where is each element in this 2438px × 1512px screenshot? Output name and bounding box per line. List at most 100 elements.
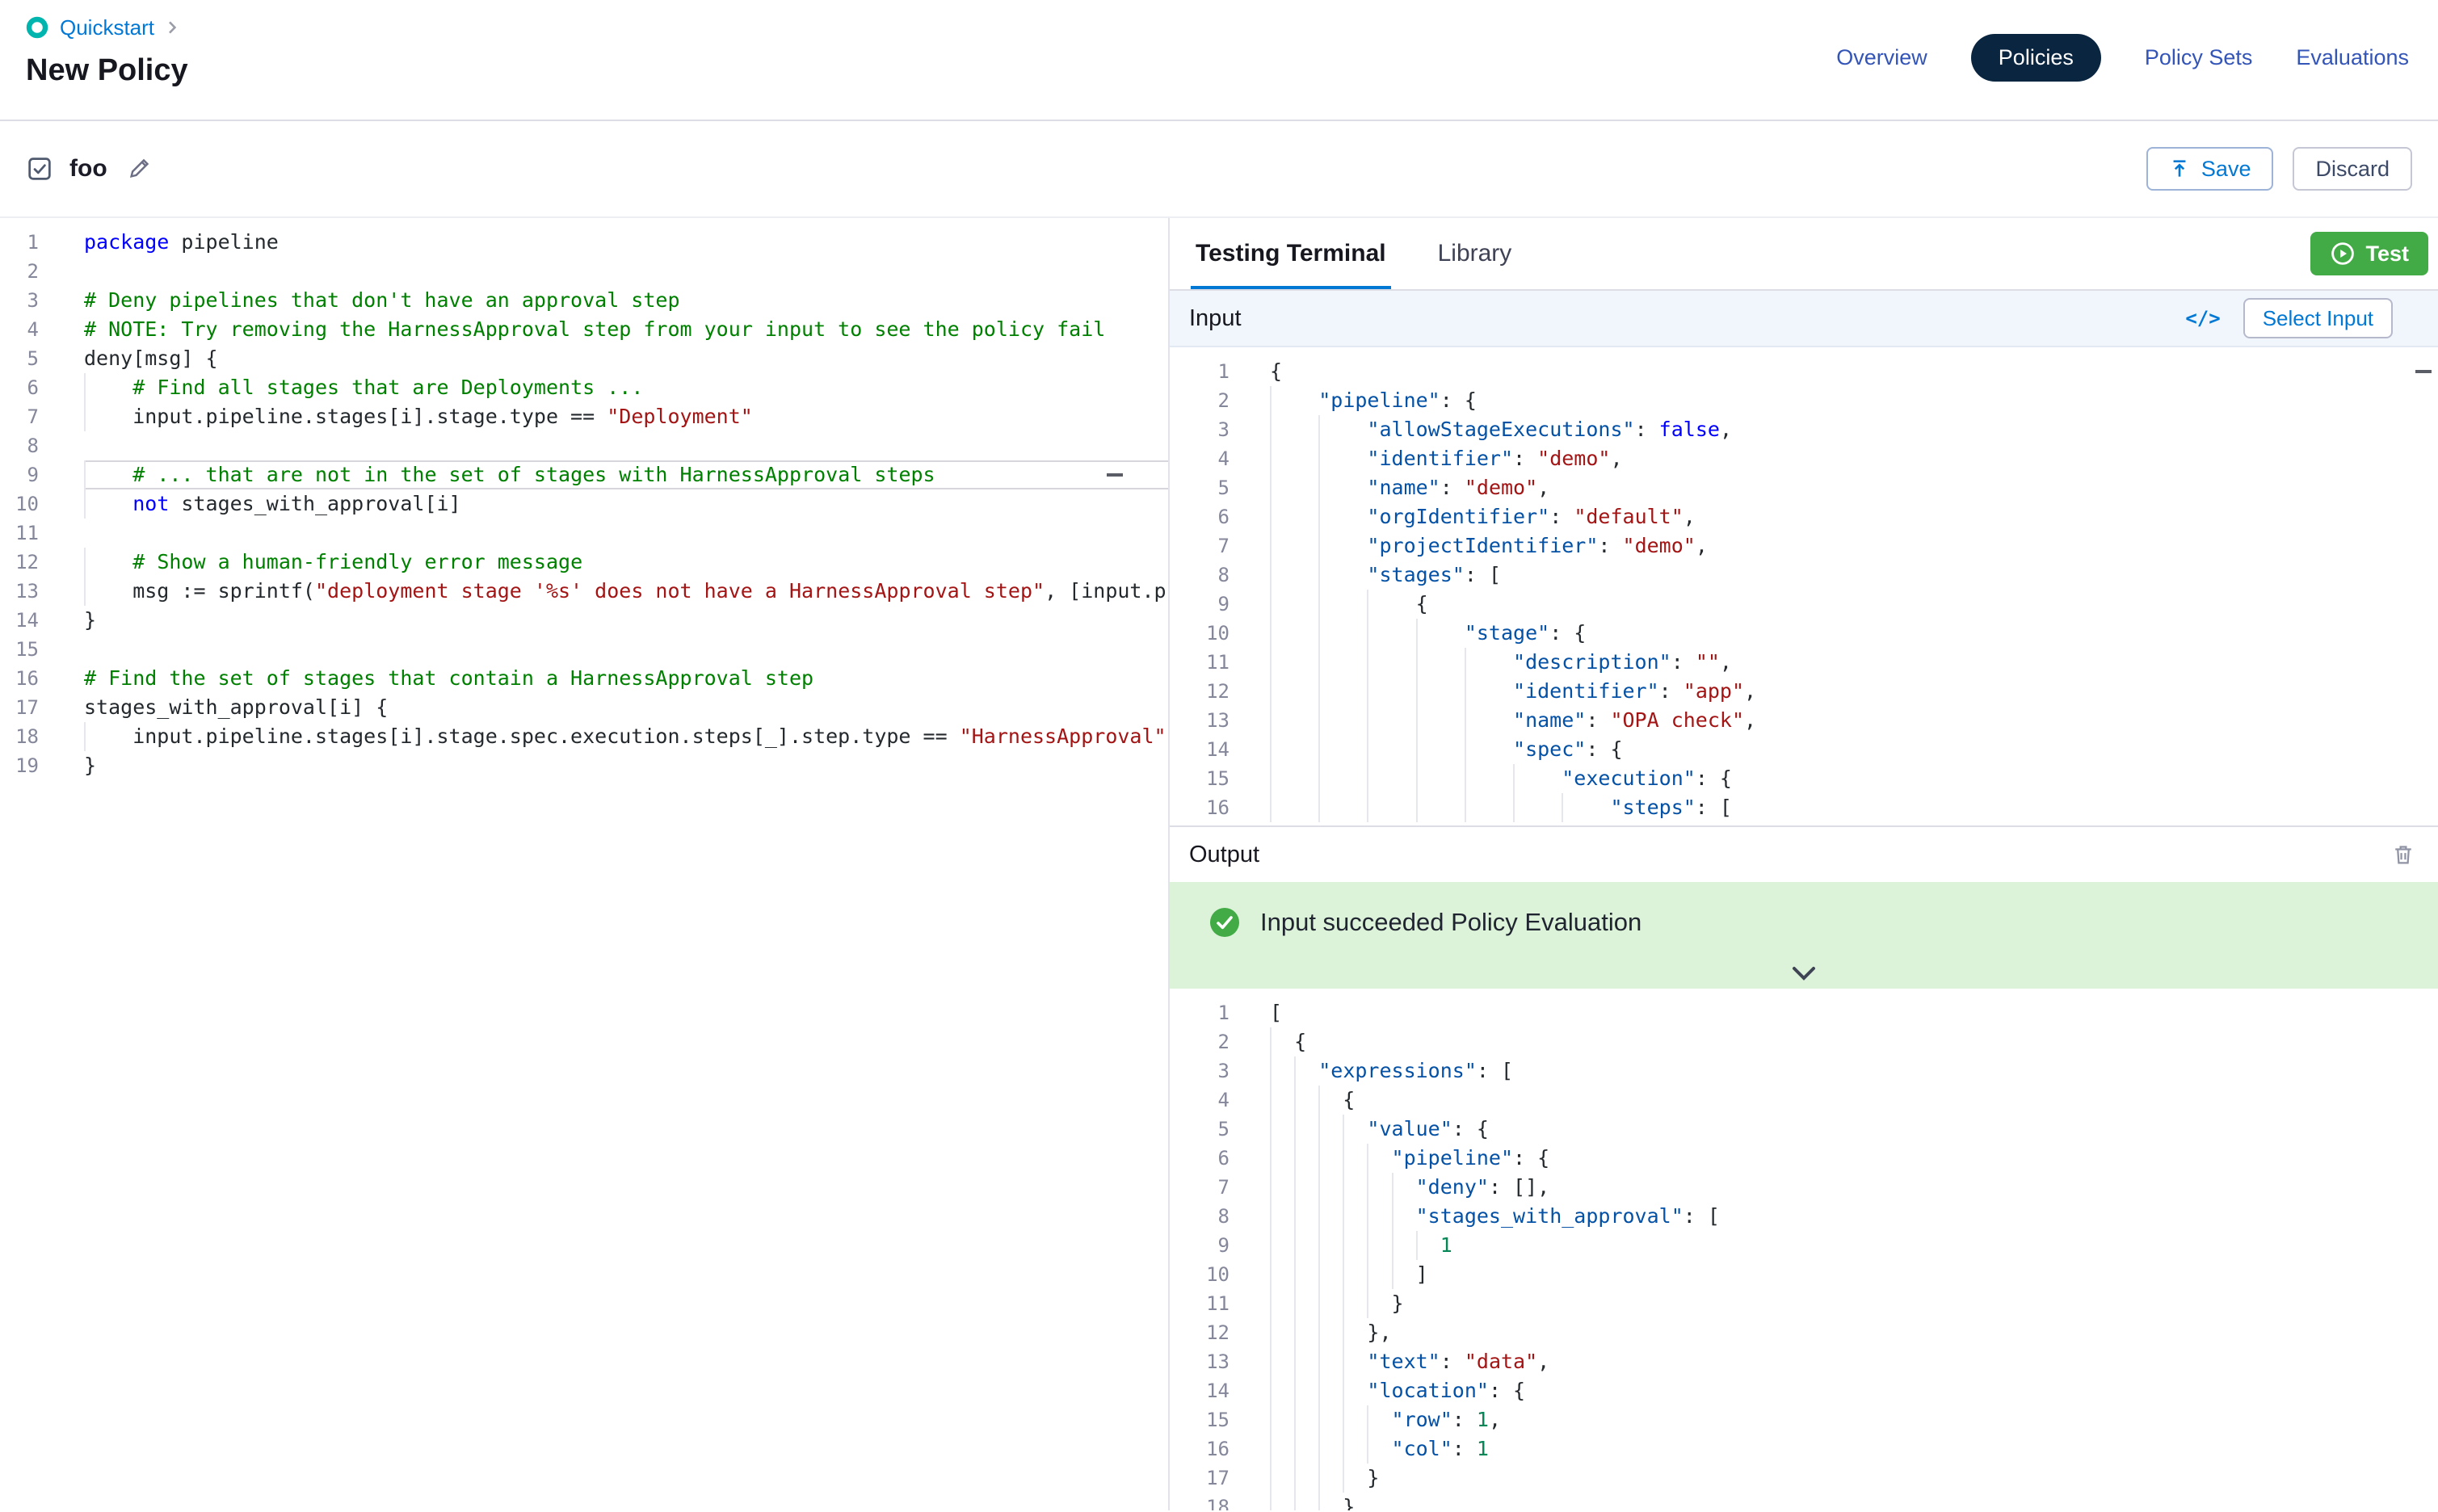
- code-line[interactable]: 19}: [0, 751, 1168, 780]
- input-json-editor[interactable]: 1{2 "pipeline": {3 "allowStageExecutions…: [1170, 347, 2438, 825]
- code-line[interactable]: 7 "projectIdentifier": "demo",: [1170, 531, 2438, 561]
- code-line[interactable]: 8: [0, 431, 1168, 460]
- code-line[interactable]: 9 1: [1170, 1231, 2438, 1260]
- code-line[interactable]: 12 },: [1170, 1318, 2438, 1347]
- code-line[interactable]: 15: [0, 635, 1168, 664]
- line-number: 3: [1170, 1056, 1230, 1086]
- code-line[interactable]: 3 "expressions": [: [1170, 1056, 2438, 1086]
- code-line[interactable]: 5 "name": "demo",: [1170, 473, 2438, 502]
- code-line[interactable]: 11 "description": "",: [1170, 648, 2438, 677]
- code-line[interactable]: 16 "col": 1: [1170, 1434, 2438, 1464]
- select-input-button[interactable]: Select Input: [2243, 298, 2393, 338]
- code-line[interactable]: 17 }: [1170, 1464, 2438, 1493]
- code-line-content: # Show a human-friendly error message: [84, 548, 1168, 577]
- code-line[interactable]: 7 input.pipeline.stages[i].stage.type ==…: [0, 402, 1168, 431]
- code-line-content: # Find all stages that are Deployments .…: [84, 373, 1168, 402]
- code-line[interactable]: 8 "stages_with_approval": [: [1170, 1202, 2438, 1231]
- code-line[interactable]: 16 "steps": [: [1170, 793, 2438, 822]
- code-line[interactable]: 2 "pipeline": {: [1170, 386, 2438, 415]
- policy-toolbar: foo Save Discard: [0, 121, 2438, 218]
- code-line[interactable]: 13 "text": "data",: [1170, 1347, 2438, 1376]
- tab-policies[interactable]: Policies: [1971, 34, 2101, 82]
- code-line[interactable]: 14 "location": {: [1170, 1376, 2438, 1405]
- line-number: 2: [0, 257, 39, 286]
- code-line-content: "name": "OPA check",: [1270, 706, 2438, 735]
- code-line[interactable]: 6 # Find all stages that are Deployments…: [0, 373, 1168, 402]
- line-number: 12: [1170, 677, 1230, 706]
- code-line[interactable]: 1[: [1170, 998, 2438, 1027]
- success-message: Input succeeded Policy Evaluation: [1260, 908, 1641, 937]
- code-line[interactable]: 10 ]: [1170, 1260, 2438, 1289]
- line-number: 14: [1170, 735, 1230, 764]
- code-line[interactable]: 4# NOTE: Try removing the HarnessApprova…: [0, 315, 1168, 344]
- policy-code-editor[interactable]: 1package pipeline23# Deny pipelines that…: [0, 218, 1168, 1510]
- code-view-icon[interactable]: </>: [2185, 307, 2220, 330]
- save-button-label: Save: [2201, 157, 2251, 182]
- code-line[interactable]: 11: [0, 519, 1168, 548]
- code-line[interactable]: 9 # ... that are not in the set of stage…: [0, 460, 1168, 489]
- code-line[interactable]: 2: [0, 257, 1168, 286]
- code-line-content: "col": 1: [1270, 1434, 2438, 1464]
- code-line-content: [84, 635, 1168, 664]
- code-line[interactable]: 12 # Show a human-friendly error message: [0, 548, 1168, 577]
- output-json-editor[interactable]: 1[2 {3 "expressions": [4 {5 "value": {6 …: [1170, 989, 2438, 1510]
- code-line[interactable]: 17stages_with_approval[i] {: [0, 693, 1168, 722]
- code-line[interactable]: 14}: [0, 606, 1168, 635]
- indent-guide: [1318, 1405, 1320, 1434]
- tab-overview[interactable]: Overview: [1836, 45, 1927, 70]
- test-button[interactable]: Test: [2310, 232, 2428, 275]
- code-line-content: "pipeline": {: [1270, 386, 2438, 415]
- code-line[interactable]: 2 {: [1170, 1027, 2438, 1056]
- save-button[interactable]: Save: [2146, 147, 2274, 191]
- indent-guide: [1318, 793, 1320, 822]
- discard-button[interactable]: Discard: [2293, 147, 2412, 191]
- edit-name-button[interactable]: [124, 153, 154, 184]
- code-line[interactable]: 1package pipeline: [0, 228, 1168, 257]
- code-line[interactable]: 4 {: [1170, 1086, 2438, 1115]
- code-line[interactable]: 10 "stage": {: [1170, 619, 2438, 648]
- code-line[interactable]: 9 {: [1170, 590, 2438, 619]
- tab-testing-terminal[interactable]: Testing Terminal: [1191, 218, 1391, 289]
- line-number: 5: [1170, 473, 1230, 502]
- tab-library[interactable]: Library: [1433, 218, 1517, 289]
- breadcrumb-quickstart-link[interactable]: Quickstart: [60, 15, 154, 40]
- code-line[interactable]: 5deny[msg] {: [0, 344, 1168, 373]
- code-line[interactable]: 15 "row": 1,: [1170, 1405, 2438, 1434]
- indent-guide: [1270, 1405, 1272, 1434]
- code-line[interactable]: 14 "spec": {: [1170, 735, 2438, 764]
- code-line[interactable]: 13 msg := sprintf("deployment stage '%s'…: [0, 577, 1168, 606]
- indent-guide: [1416, 648, 1418, 677]
- code-line[interactable]: 15 "execution": {: [1170, 764, 2438, 793]
- tab-evaluations[interactable]: Evaluations: [2296, 45, 2409, 70]
- code-line[interactable]: 12 "identifier": "app",: [1170, 677, 2438, 706]
- code-line[interactable]: 4 "identifier": "demo",: [1170, 444, 2438, 473]
- code-line[interactable]: 1{: [1170, 357, 2438, 386]
- code-line[interactable]: 3# Deny pipelines that don't have an app…: [0, 286, 1168, 315]
- code-line[interactable]: 18 }: [1170, 1493, 2438, 1510]
- code-line[interactable]: 11 }: [1170, 1289, 2438, 1318]
- tab-policy-sets[interactable]: Policy Sets: [2145, 45, 2253, 70]
- code-line[interactable]: 6 "pipeline": {: [1170, 1144, 2438, 1173]
- code-line-content: "deny": [],: [1270, 1173, 2438, 1202]
- code-line[interactable]: 18 input.pipeline.stages[i].stage.spec.e…: [0, 722, 1168, 751]
- indent-guide: [1318, 502, 1320, 531]
- clear-output-button[interactable]: [2388, 839, 2419, 870]
- code-line[interactable]: 13 "name": "OPA check",: [1170, 706, 2438, 735]
- indent-guide: [1318, 590, 1320, 619]
- code-line-content: 1: [1270, 1231, 2438, 1260]
- indent-guide: [1318, 677, 1320, 706]
- code-line[interactable]: 16# Find the set of stages that contain …: [0, 664, 1168, 693]
- code-line[interactable]: 5 "value": {: [1170, 1115, 2438, 1144]
- line-number: 5: [1170, 1115, 1230, 1144]
- line-number: 15: [1170, 764, 1230, 793]
- discard-button-label: Discard: [2315, 157, 2390, 182]
- line-number: 16: [0, 664, 39, 693]
- code-line[interactable]: 7 "deny": [],: [1170, 1173, 2438, 1202]
- code-line[interactable]: 8 "stages": [: [1170, 561, 2438, 590]
- code-line[interactable]: 10 not stages_with_approval[i]: [0, 489, 1168, 519]
- code-line[interactable]: 3 "allowStageExecutions": false,: [1170, 415, 2438, 444]
- expand-banner-button[interactable]: [1789, 964, 1818, 984]
- indent-guide: [1392, 1202, 1393, 1231]
- code-line[interactable]: 6 "orgIdentifier": "default",: [1170, 502, 2438, 531]
- line-number: 18: [0, 722, 39, 751]
